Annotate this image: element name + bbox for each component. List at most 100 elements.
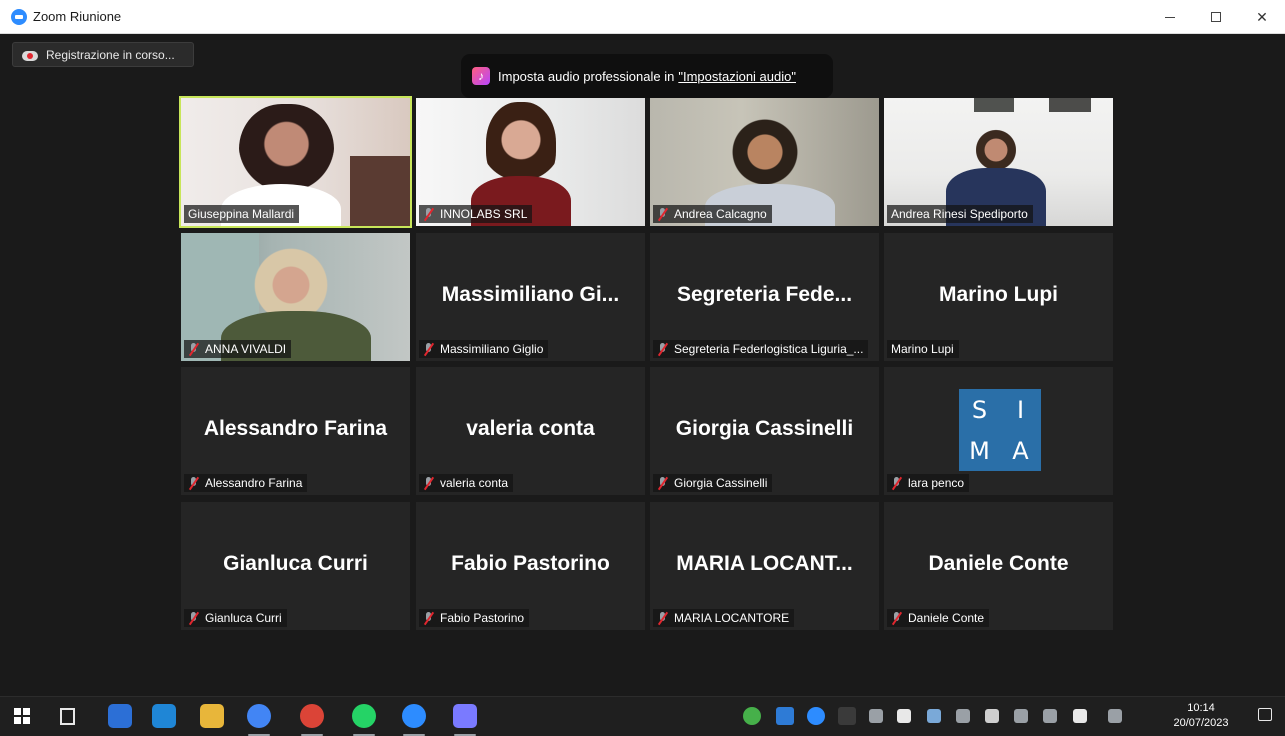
- recording-indicator[interactable]: Registrazione in corso...: [12, 42, 194, 67]
- network-drive-icon[interactable]: [927, 709, 941, 723]
- logo-letter: S: [971, 395, 988, 424]
- cloud-record-icon: [22, 49, 38, 61]
- video-frame1: [974, 98, 1014, 112]
- participant-tile-innolabs-srl[interactable]: INNOLABS SRL: [416, 98, 645, 226]
- participant-tile-marino-lupi[interactable]: Marino Lupi Marino Lupi: [884, 233, 1113, 361]
- participant-tile-lara-penco[interactable]: S I M A lara penco: [884, 367, 1113, 495]
- participant-name-label: Massimiliano Giglio: [419, 340, 549, 358]
- system-clock[interactable]: 10:14 20/07/2023: [1170, 701, 1232, 731]
- settings-icon[interactable]: [869, 709, 883, 723]
- participant-tile-daniele-conte[interactable]: Daniele Conte Daniele Conte: [884, 502, 1113, 630]
- muted-microphone-icon: [188, 342, 200, 356]
- participant-tile-gianluca-curri[interactable]: Gianluca Curri Gianluca Curri: [181, 502, 410, 630]
- maximize-icon: [1211, 12, 1221, 22]
- participant-tile-segreteria-federlogistica-liguria[interactable]: Segreteria Fede... Segreteria Federlogist…: [650, 233, 879, 361]
- video-person: [730, 112, 800, 192]
- participant-display-name: Massimiliano Gi...: [441, 283, 620, 306]
- start-button[interactable]: [10, 704, 34, 728]
- muted-microphone-icon: [423, 207, 435, 221]
- participant-display-name: MARIA LOCANT...: [676, 552, 853, 575]
- participant-name: Daniele Conte: [908, 611, 985, 625]
- logo-letter: A: [1012, 436, 1029, 465]
- muted-microphone-icon: [891, 476, 903, 490]
- video-bg: [350, 156, 410, 226]
- logo-letter: M: [969, 436, 990, 465]
- participant-name-label: lara penco: [887, 474, 970, 492]
- windows-logo-icon: [14, 708, 30, 724]
- battery-icon[interactable]: [985, 709, 999, 723]
- participant-name-label: Segreteria Federlogistica Liguria_...: [653, 340, 869, 358]
- audio-settings-link[interactable]: "Impostazioni audio": [678, 69, 796, 84]
- participant-name: Andrea Calcagno: [674, 207, 767, 221]
- muted-microphone-icon: [657, 342, 669, 356]
- muted-microphone-icon: [891, 611, 903, 625]
- participant-display-name: Segreteria Fede...: [676, 283, 853, 306]
- participant-name-label: Andrea Calcagno: [653, 205, 772, 223]
- participant-name-label: Giorgia Cassinelli: [653, 474, 773, 492]
- notification-icon[interactable]: [1258, 708, 1272, 721]
- participant-name: MARIA LOCANTORE: [674, 611, 790, 625]
- chrome-icon[interactable]: [247, 704, 271, 728]
- participant-tile-alessandro-farina[interactable]: Alessandro Farina Alessandro Farina: [181, 367, 410, 495]
- store-icon[interactable]: [108, 704, 132, 728]
- zoom-icon[interactable]: [402, 704, 426, 728]
- participant-name: valeria conta: [440, 476, 509, 490]
- participant-tile-fabio-pastorino[interactable]: Fabio Pastorino Fabio Pastorino: [416, 502, 645, 630]
- clock-time: 10:14: [1187, 702, 1215, 714]
- close-button[interactable]: ✕: [1239, 0, 1285, 34]
- participant-name-label: Marino Lupi: [887, 340, 959, 358]
- participant-tile-andrea-calcagno[interactable]: Andrea Calcagno: [650, 98, 879, 226]
- shield-icon[interactable]: [897, 709, 911, 723]
- app-icon[interactable]: [776, 707, 794, 725]
- participant-tile-giorgia-cassinelli[interactable]: Giorgia Cassinelli Giorgia Cassinelli: [650, 367, 879, 495]
- participant-display-name: valeria conta: [466, 417, 595, 440]
- gallery-grid: Giuseppina Mallardi INNOLABS SRL Andrea Ca…: [179, 96, 1113, 630]
- participant-tile-massimiliano-giglio[interactable]: Massimiliano Gi... Massimiliano Giglio: [416, 233, 645, 361]
- participant-name: Giuseppina Mallardi: [188, 207, 295, 221]
- participant-tile-maria-locantore[interactable]: MARIA LOCANT... MARIA LOCANTORE: [650, 502, 879, 630]
- participant-name: Alessandro Farina: [205, 476, 303, 490]
- participant-display-name: Fabio Pastorino: [451, 552, 610, 575]
- participant-name-label: Andrea Rinesi Spediporto: [887, 205, 1033, 223]
- minimize-button[interactable]: [1147, 0, 1193, 34]
- microphone-icon[interactable]: [1073, 709, 1087, 723]
- zoom-tray-icon[interactable]: [807, 707, 825, 725]
- participant-tile-andrea-rinesi-spediporto[interactable]: Andrea Rinesi Spediporto: [884, 98, 1113, 226]
- check-icon[interactable]: [743, 707, 761, 725]
- volume-icon[interactable]: [1043, 709, 1057, 723]
- participant-display-name: Daniele Conte: [928, 552, 1069, 575]
- participant-display-name: Alessandro Farina: [203, 417, 388, 440]
- participant-name-label: MARIA LOCANTORE: [653, 609, 795, 627]
- pen-icon[interactable]: [1108, 709, 1122, 723]
- file-explorer-icon[interactable]: [200, 704, 224, 728]
- participant-tile-anna-vivaldi[interactable]: ANNA VIVALDI: [181, 233, 410, 361]
- paint-icon[interactable]: [453, 704, 477, 728]
- participant-display-name: Marino Lupi: [939, 283, 1058, 306]
- display-icon[interactable]: [1014, 709, 1028, 723]
- participant-name-label: ANNA VIVALDI: [184, 340, 292, 358]
- participant-name-label: Gianluca Curri: [184, 609, 287, 627]
- participant-name: Fabio Pastorino: [440, 611, 525, 625]
- participant-tile-valeria-conta[interactable]: valeria conta valeria conta: [416, 367, 645, 495]
- muted-microphone-icon: [657, 476, 669, 490]
- whatsapp-icon[interactable]: [352, 704, 376, 728]
- participant-tile-giuseppina-mallardi[interactable]: Giuseppina Mallardi: [179, 96, 412, 228]
- participant-name: Gianluca Curri: [205, 611, 282, 625]
- sima-logo: SIMA: [959, 389, 1041, 471]
- participant-name: Giorgia Cassinelli: [674, 476, 768, 490]
- muted-microphone-icon: [188, 611, 200, 625]
- wifi-icon[interactable]: [956, 709, 970, 723]
- chrome-profile-icon[interactable]: [300, 704, 324, 728]
- maximize-button[interactable]: [1193, 0, 1239, 34]
- clock-date: 20/07/2023: [1173, 717, 1229, 729]
- participant-name: ANNA VIVALDI: [205, 342, 287, 356]
- toast-text: Imposta audio professionale in: [498, 68, 675, 84]
- muted-microphone-icon: [423, 611, 435, 625]
- participant-display-name: Gianluca Curri: [223, 552, 368, 575]
- edge-icon[interactable]: [152, 704, 176, 728]
- calendar-icon[interactable]: [838, 707, 856, 725]
- participant-name: INNOLABS SRL: [440, 207, 528, 221]
- task-view-icon[interactable]: [55, 704, 79, 728]
- participant-name-label: INNOLABS SRL: [419, 205, 533, 223]
- participant-display-name: Giorgia Cassinelli: [675, 417, 854, 440]
